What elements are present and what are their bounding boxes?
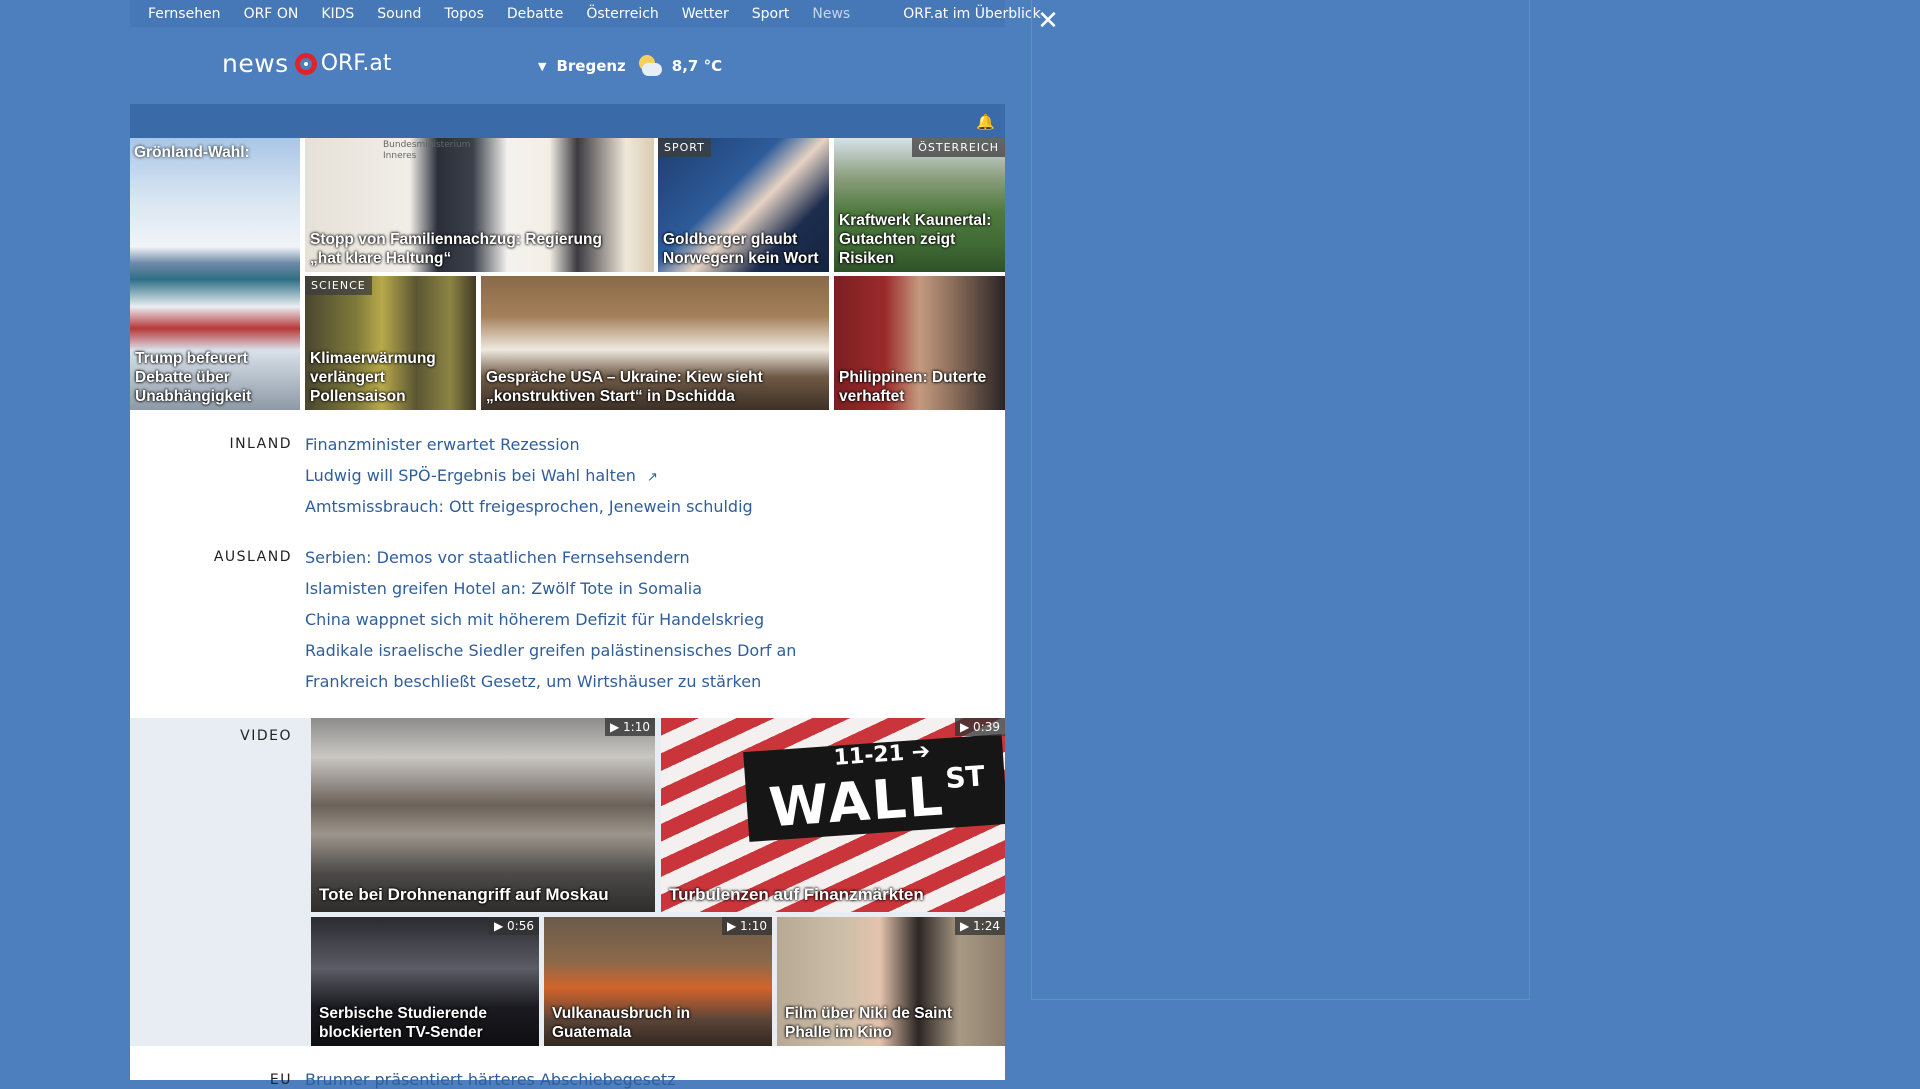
video-section: VIDEO ▶ 1:10 Tote bei Drohnenangriff auf… <box>130 718 1005 1046</box>
site-header: news ORF.at ▼ Bregenz 8,7 °C <box>130 27 1005 103</box>
story-caption: Gespräche USA – Ukraine: Kiew sieht „kon… <box>486 369 763 405</box>
dropdown-triangle-icon: ▼ <box>538 59 547 73</box>
section-label-eu: EU <box>269 1072 292 1088</box>
video-studierende[interactable]: ▶ 0:56 Serbische Studierende blockierten… <box>311 917 539 1046</box>
external-link-icon: ↗ <box>646 470 658 485</box>
inland-link[interactable]: Amtsmissbrauch: Ott freigesprochen, Jene… <box>305 497 753 516</box>
nav-fernsehen[interactable]: Fernsehen <box>148 6 221 22</box>
video-duration: ▶ 1:24 <box>955 917 1005 935</box>
video-duration: ▶ 1:10 <box>722 917 772 935</box>
story-caption: Klimaerwärmung verlängert Pollensaison <box>310 350 436 405</box>
logo-news-text: news <box>222 49 289 78</box>
story-pollensaison[interactable]: SCIENCE Klimaerwärmung verlängert Pollen… <box>305 276 476 410</box>
video-duration: ▶ 1:10 <box>605 718 655 736</box>
story-caption: Trump befeuert Debatte über Unabhängigke… <box>135 350 252 405</box>
nav-wetter[interactable]: Wetter <box>682 6 729 22</box>
video-finanzmaerkte[interactable]: 11-21 ➔ WALL ST ▶ 0:39 Turbulenzen auf F… <box>661 718 1005 912</box>
top-navigation: Fernsehen ORF ON KIDS Sound Topos Debatt… <box>130 0 1041 27</box>
story-caption: Philippinen: Duterte verhaftet <box>839 369 987 405</box>
story-goldberger[interactable]: SPORT Goldberger glaubt Norwegern kein W… <box>658 138 829 272</box>
category-tag: ÖSTERREICH <box>912 138 1005 157</box>
video-vulkanausbruch[interactable]: ▶ 1:10 Vulkanausbruch in Guatemala <box>544 917 772 1046</box>
orf-ring-icon <box>294 52 317 75</box>
partly-cloudy-icon <box>636 53 662 79</box>
story-caption: Goldberger glaubt Norwegern kein Wort <box>663 231 819 267</box>
video-drohnenangriff[interactable]: ▶ 1:10 Tote bei Drohnenangriff auf Moska… <box>311 718 655 912</box>
nav-news[interactable]: News <box>812 6 850 22</box>
video-caption: Film über Niki de Saint Phalle im Kino <box>785 1005 953 1041</box>
category-tag: SCIENCE <box>305 276 372 295</box>
ausland-link[interactable]: China wappnet sich mit höherem Defizit f… <box>305 610 764 629</box>
story-familiennachzug[interactable]: Bundesministerium Inneres Stopp von Fami… <box>305 138 654 272</box>
main-toolbar: 🔔 <box>130 104 1005 138</box>
video-duration: ▶ 0:56 <box>489 917 539 935</box>
section-label-inland: INLAND <box>229 436 292 452</box>
video-caption: Serbische Studierende blockierten TV-Sen… <box>319 1005 487 1041</box>
section-label-video: VIDEO <box>240 728 292 744</box>
nav-sound[interactable]: Sound <box>377 6 421 22</box>
inland-link[interactable]: Finanzminister erwartet Rezession <box>305 435 580 454</box>
ausland-link[interactable]: Radikale israelische Siedler greifen pal… <box>305 641 796 660</box>
sign-street-text: WALL <box>766 764 947 840</box>
nav-topos[interactable]: Topos <box>444 6 483 22</box>
ausland-link[interactable]: Frankreich beschließt Gesetz, um Wirtshä… <box>305 672 761 691</box>
nav-sport[interactable]: Sport <box>752 6 790 22</box>
image-sign-text: Bundesministerium Inneres <box>383 140 471 161</box>
nav-kids[interactable]: KIDS <box>321 6 354 22</box>
weather-city: Bregenz <box>556 57 626 75</box>
ausland-link[interactable]: Islamisten greifen Hotel an: Zwölf Tote … <box>305 579 702 598</box>
video-caption: Tote bei Drohnenangriff auf Moskau <box>319 885 609 904</box>
news-orf-logo[interactable]: news ORF.at <box>222 49 392 78</box>
sign-suffix-text: ST <box>944 759 986 796</box>
bell-icon[interactable]: 🔔 <box>976 113 995 131</box>
story-usa-ukraine[interactable]: Gespräche USA – Ukraine: Kiew sieht „kon… <box>481 276 829 410</box>
story-caption: Kraftwerk Kaunertal: Gutachten zeigt Ris… <box>839 212 992 267</box>
inland-link[interactable]: Ludwig will SPÖ-Ergebnis bei Wahl halten <box>305 466 636 485</box>
ausland-link[interactable]: Serbien: Demos vor staatlichen Fernsehse… <box>305 548 690 567</box>
wall-street-sign: 11-21 ➔ WALL ST <box>743 734 1005 842</box>
nav-debatte[interactable]: Debatte <box>507 6 563 22</box>
weather-temperature: 8,7 °C <box>671 57 723 75</box>
story-caption: Stopp von Familiennachzug: Regierung „ha… <box>310 231 602 267</box>
nav-overview[interactable]: ORF.at im Überblick <box>903 6 1040 22</box>
video-niki-de-saint-phalle[interactable]: ▶ 1:24 Film über Niki de Saint Phalle im… <box>777 917 1005 1046</box>
story-duterte[interactable]: Philippinen: Duterte verhaftet <box>834 276 1005 410</box>
nav-orf-on[interactable]: ORF ON <box>244 6 299 22</box>
inland-link-external: Ludwig will SPÖ-Ergebnis bei Wahl halten… <box>305 466 658 485</box>
story-toplabel: Grönland-Wahl: <box>134 144 250 161</box>
video-duration: ▶ 0:39 <box>955 718 1005 736</box>
video-caption: Turbulenzen auf Finanzmärkten <box>669 885 924 904</box>
nav-oesterreich[interactable]: Österreich <box>586 6 658 22</box>
section-label-ausland: AUSLAND <box>213 549 292 565</box>
main-content: Grönland-Wahl: Trump befeuert Debatte üb… <box>130 138 1005 1089</box>
story-kaunertal[interactable]: ÖSTERREICH Kraftwerk Kaunertal: Gutachte… <box>834 138 1005 272</box>
ad-frame <box>1031 0 1530 1000</box>
weather-widget[interactable]: ▼ Bregenz 8,7 °C <box>538 53 722 79</box>
video-caption: Vulkanausbruch in Guatemala <box>552 1005 691 1041</box>
logo-orf-text: ORF.at <box>320 51 392 76</box>
story-groenland[interactable]: Grönland-Wahl: Trump befeuert Debatte üb… <box>130 138 300 410</box>
category-tag: SPORT <box>658 138 711 157</box>
